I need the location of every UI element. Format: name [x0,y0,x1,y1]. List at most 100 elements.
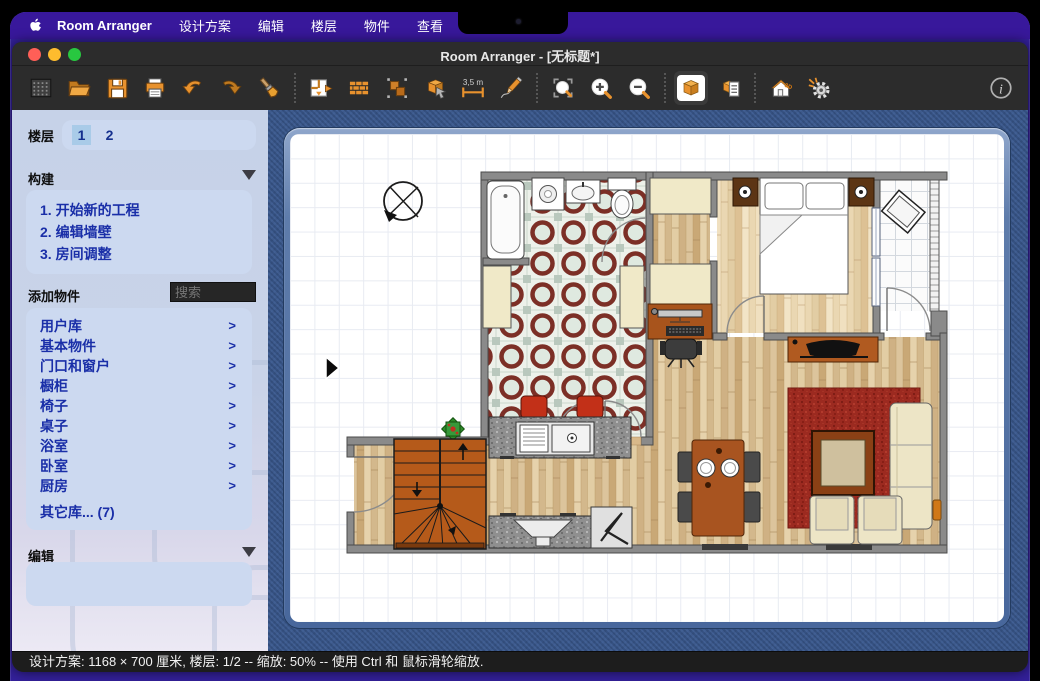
bedroom-windows[interactable] [872,208,880,306]
status-bar: 设计方案: 1168 × 700 厘米, 楼层: 1/2 -- 缩放: 50% … [12,651,1028,672]
bed[interactable] [760,178,848,294]
redo-icon [218,75,244,101]
cursor-arrow [326,357,339,379]
floor-plan-canvas[interactable] [290,134,1004,622]
menu-item-view[interactable]: 查看 [417,16,443,35]
zoom-fit-button[interactable] [546,71,580,105]
title-bar[interactable]: Room Arranger - [无标题*] [12,42,1028,66]
search-input[interactable] [170,282,256,302]
floor-tab-2[interactable]: 2 [100,125,119,145]
chevron-right-icon: > [228,316,236,336]
kitchen-island[interactable] [489,417,631,459]
paint-brush-button[interactable] [252,71,286,105]
desktop: Room Arranger 设计方案 编辑 楼层 物件 查看 帮助 Room A… [0,0,1040,681]
new-grid-button[interactable] [24,71,58,105]
dining-table[interactable] [692,440,744,536]
washing-machine[interactable] [532,178,564,210]
undo-button[interactable] [176,71,210,105]
library-item-chairs[interactable]: 椅子 > [26,396,252,416]
info-button[interactable]: i [984,71,1018,105]
project-structure-button[interactable] [712,71,746,105]
render-settings-button[interactable] [802,71,836,105]
add-objects-label: 添加物件 [28,286,80,305]
chevron-right-icon: > [228,376,236,396]
new-grid-icon [28,75,54,101]
measure-icon: 3,5 m [458,75,488,101]
library-item-more[interactable]: 其它库... (7) [26,502,252,522]
build-collapse-arrow[interactable] [242,170,256,180]
measure-icon-label: 3,5 m [463,78,484,87]
floor-tab-1[interactable]: 1 [72,125,91,145]
sidebar: 楼层 1 2 构建 1. 开始新的工程 2. 编辑墙壁 3. 房间调整 添加物件… [12,110,268,651]
build-step-3[interactable]: 3. 房间调整 [40,243,252,265]
window-content: 楼层 1 2 构建 1. 开始新的工程 2. 编辑墙壁 3. 房间调整 添加物件… [12,110,1028,651]
zoom-fit-icon [550,75,576,101]
stairs[interactable] [394,439,486,549]
menu-item-edit[interactable]: 编辑 [258,16,284,35]
house-3d-icon: 3D [768,75,794,101]
library-item-basic[interactable]: 基本物件 > [26,336,252,356]
toolbar-separator [294,73,296,103]
menu-item-floor[interactable]: 楼层 [311,16,337,35]
library-item-bathroom[interactable]: 浴室 > [26,436,252,456]
floor-plan[interactable] [290,134,1004,622]
wall-icon [346,75,372,101]
drawing-area [268,110,1028,651]
balcony-window-wall[interactable] [930,180,939,311]
camera-notch [458,12,568,34]
mac-screen: Room Arranger 设计方案 编辑 楼层 物件 查看 帮助 Room A… [10,12,1030,681]
open-folder-icon [66,75,92,101]
coffee-table[interactable] [812,431,874,495]
open-button[interactable] [62,71,96,105]
apple-icon[interactable] [28,18,43,33]
edit-panel [26,562,252,606]
tv-cabinet[interactable] [788,337,878,362]
build-panel: 1. 开始新的工程 2. 编辑墙壁 3. 房间调整 [26,190,252,274]
chevron-right-icon: > [228,436,236,456]
bathtub[interactable] [487,181,524,259]
library-item-user[interactable]: 用户库 > [26,316,252,336]
wall-button[interactable] [342,71,376,105]
menu-item-object[interactable]: 物件 [364,16,390,35]
fridge[interactable] [591,507,632,548]
move-object-icon [422,75,448,101]
bathroom-sink[interactable] [566,180,600,203]
chevron-right-icon: > [228,356,236,376]
zoom-in-button[interactable] [584,71,618,105]
floorplan-wizard-button[interactable] [304,71,338,105]
draw-pencil-button[interactable] [494,71,528,105]
menu-item-design[interactable]: 设计方案 [179,16,231,35]
library-item-cabinets[interactable]: 橱柜 > [26,376,252,396]
toolbar-separator [664,73,666,103]
edit-collapse-arrow[interactable] [242,547,256,557]
library-item-bedroom[interactable]: 卧室 > [26,456,252,476]
build-step-2[interactable]: 2. 编辑墙壁 [40,221,252,243]
save-button[interactable] [100,71,134,105]
redo-button[interactable] [214,71,248,105]
measure-button[interactable]: 3,5 m [456,71,490,105]
move-object-button[interactable] [418,71,452,105]
library-item-tables[interactable]: 桌子 > [26,416,252,436]
toolbar-separator [536,73,538,103]
select-objects-icon [384,75,410,101]
library-item-doors-windows[interactable]: 门口和窗户 > [26,356,252,376]
desk[interactable] [648,304,712,339]
view-3d-button[interactable] [674,71,708,105]
draw-pencil-icon [498,75,524,101]
render-settings-icon [806,75,832,101]
build-step-1[interactable]: 1. 开始新的工程 [40,199,252,221]
chevron-right-icon: > [228,336,236,356]
menu-app-name[interactable]: Room Arranger [57,18,152,33]
library-item-kitchen[interactable]: 厨房 > [26,476,252,496]
view-3d-selected-bg [677,75,705,101]
select-objects-button[interactable] [380,71,414,105]
toolbar: 3,5 m [12,66,1028,110]
kitchen-counter[interactable] [489,513,591,548]
zoom-out-button[interactable] [622,71,656,105]
print-button[interactable] [138,71,172,105]
compass-icon[interactable] [384,182,422,222]
floorplan-wizard-icon [308,75,334,101]
house-3d-button[interactable]: 3D [764,71,798,105]
chevron-right-icon: > [228,396,236,416]
wall-decor[interactable] [933,500,941,520]
